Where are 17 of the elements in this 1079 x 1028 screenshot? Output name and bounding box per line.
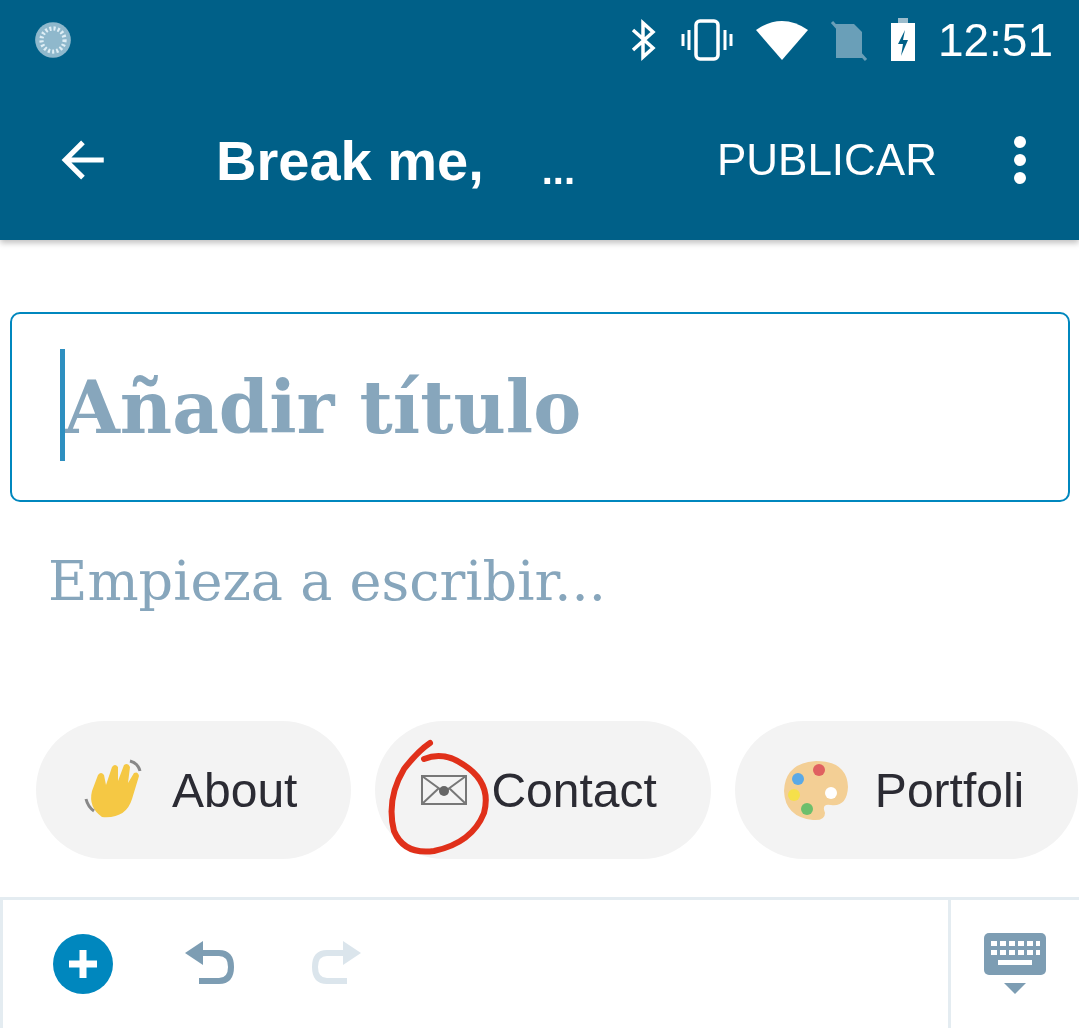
wifi-icon [755,20,808,60]
add-block-button[interactable] [53,934,113,994]
vibrate-icon [679,18,734,62]
more-options-icon[interactable] [1013,135,1027,185]
sync-icon [32,19,74,61]
clock-time: 12:51 [937,13,1053,67]
envelope-icon [421,775,468,805]
hide-keyboard-icon[interactable] [984,933,1046,995]
page-suggestion-chip[interactable]: Contact [375,721,711,859]
no-sim-icon [829,18,868,62]
title-ellipsis: ... [541,147,576,193]
post-title: Break me, [216,127,484,193]
undo-icon[interactable] [185,941,237,987]
page-suggestion-chip[interactable]: Portfoli [734,721,1079,859]
battery-charging-icon [889,18,916,62]
publish-button[interactable]: PUBLICAR [716,135,937,185]
page-suggestion-chip[interactable]: About [36,721,352,859]
